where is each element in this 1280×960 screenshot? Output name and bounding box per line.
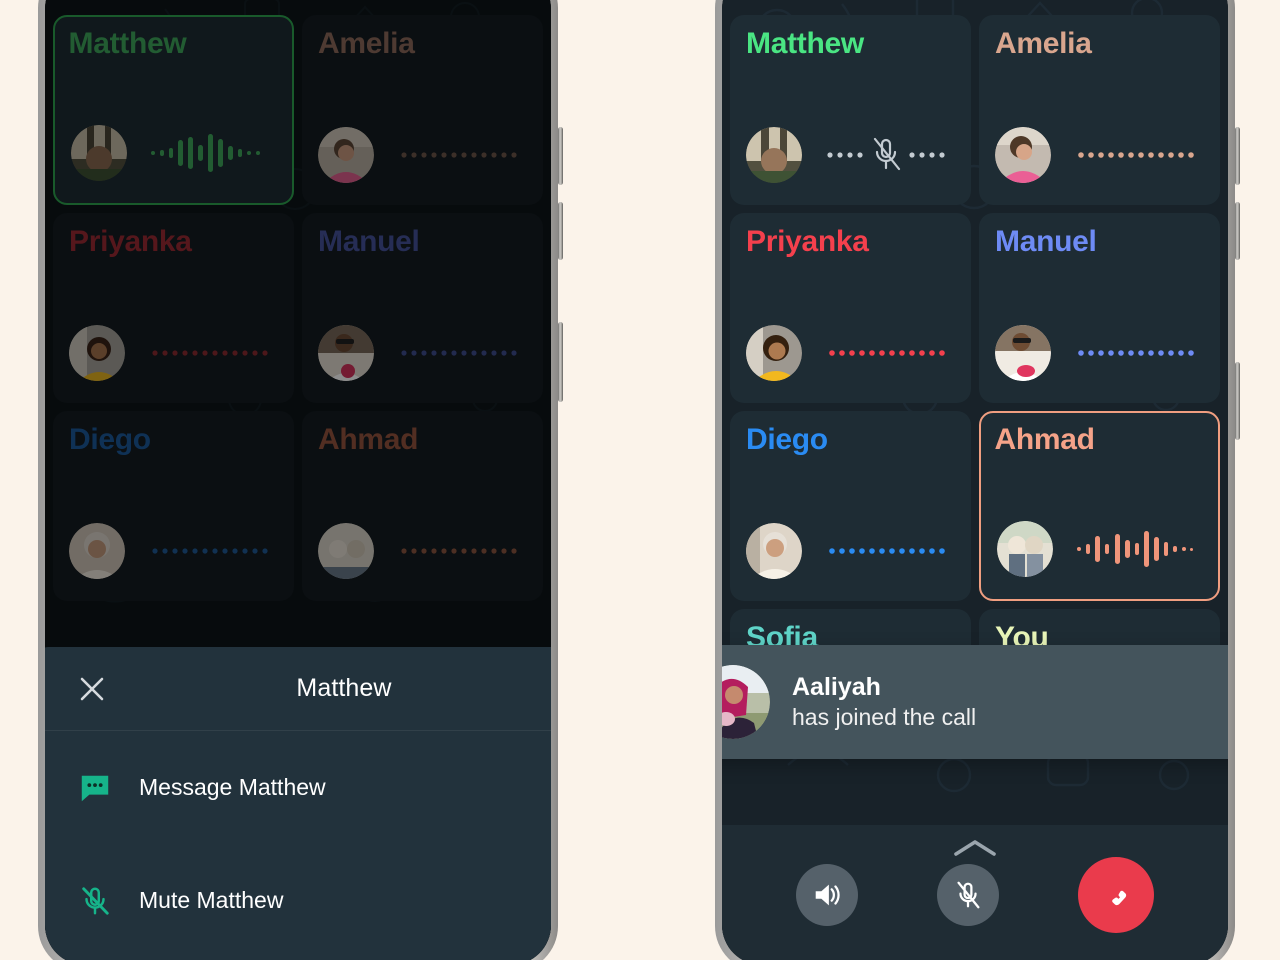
participant-name-ahmad: Ahmad (994, 422, 1095, 456)
left-phone-screen: Matthew Amelia Priyanka Manuel Diego Ahm… (45, 0, 551, 960)
participant-status-row (995, 127, 1206, 183)
participant-tile-priyanka[interactable]: Priyanka (730, 213, 971, 403)
speaker-button[interactable] (795, 864, 858, 926)
participant-tile-manuel[interactable]: Manuel (979, 213, 1220, 403)
message-icon (77, 770, 113, 806)
participant-tile-matthew[interactable]: Matthew (730, 15, 971, 205)
idle-dots-icon (1063, 134, 1206, 176)
sheet-title: Matthew (296, 674, 392, 702)
left-phone-volume-down-button[interactable] (558, 202, 563, 260)
participant-tile-ahmad[interactable]: Ahmad (979, 411, 1220, 601)
participant-name-matthew: Matthew (746, 27, 864, 60)
right-phone-screen-bezel: Matthew Amelia Priyanka Manuel Diego Ahm… (722, 0, 1228, 960)
participant-name-priyanka: Priyanka (746, 225, 869, 258)
avatar (995, 325, 1051, 381)
left-phone: Matthew Amelia Priyanka Manuel Diego Ahm… (38, 0, 563, 960)
end-call-button[interactable] (1078, 857, 1155, 933)
participant-tile-amelia[interactable]: Amelia (979, 15, 1220, 205)
end-call-icon (1112, 890, 1127, 906)
speaker-icon (815, 884, 840, 906)
left-phone-power-button[interactable] (558, 322, 563, 402)
idle-dots-icon (814, 332, 957, 374)
right-phone: Matthew Amelia Priyanka Manuel Diego Ahm… (715, 0, 1240, 960)
close-icon[interactable] (77, 674, 107, 704)
participant-name-manuel: Manuel (995, 225, 1097, 258)
toast-text: Aaliyah has joined the call (792, 673, 976, 731)
avatar (746, 325, 802, 381)
avatar (995, 127, 1051, 183)
participant-name-amelia: Amelia (995, 27, 1092, 60)
participant-tile-diego[interactable]: Diego (730, 411, 971, 601)
call-controls-bar (722, 825, 1228, 960)
chevron-up-icon[interactable] (950, 837, 1000, 864)
muted-indicator (814, 134, 957, 176)
left-phone-volume-up-button[interactable] (558, 127, 563, 185)
participant-status-row (746, 523, 957, 579)
participant-joined-toast[interactable]: Aaliyah has joined the call (722, 645, 1228, 759)
avatar (722, 665, 770, 739)
right-phone-volume-up-button[interactable] (1235, 127, 1240, 185)
right-participant-grid: Matthew Amelia Priyanka Manuel Diego Ahm… (722, 7, 1228, 727)
sheet-header: Matthew (45, 647, 551, 731)
left-phone-frame: Matthew Amelia Priyanka Manuel Diego Ahm… (38, 0, 563, 960)
avatar (997, 521, 1053, 577)
idle-dots-icon (814, 530, 957, 572)
avatar (746, 127, 802, 183)
avatar (746, 523, 802, 579)
screenshot-root: Matthew Amelia Priyanka Manuel Diego Ahm… (0, 0, 1280, 960)
right-phone-power-button[interactable] (1235, 362, 1240, 440)
speaking-waveform-icon (1065, 528, 1204, 570)
mic-off-icon (957, 881, 980, 909)
right-phone-frame: Matthew Amelia Priyanka Manuel Diego Ahm… (715, 0, 1240, 960)
participant-status-row (746, 325, 957, 381)
mute-button[interactable] (936, 864, 999, 926)
sheet-item-label: Message Matthew (139, 774, 326, 800)
participant-name-diego: Diego (746, 423, 828, 456)
mic-off-icon (77, 883, 113, 919)
toast-subtitle: has joined the call (792, 704, 977, 730)
right-phone-volume-down-button[interactable] (1235, 202, 1240, 260)
participant-status-row (995, 325, 1206, 381)
sheet-item-message[interactable]: Message Matthew (45, 731, 551, 844)
sheet-item-mute[interactable]: Mute Matthew (45, 844, 551, 957)
participant-options-sheet: Matthew Message Matthew Mute Matthew (45, 647, 551, 960)
participant-status-row (746, 127, 957, 183)
idle-dots-icon (1063, 332, 1206, 374)
sheet-item-label: Mute Matthew (139, 887, 284, 913)
left-phone-screen-bezel: Matthew Amelia Priyanka Manuel Diego Ahm… (45, 0, 551, 960)
toast-participant-name: Aaliyah (792, 673, 881, 701)
participant-status-row (997, 521, 1204, 577)
right-phone-screen: Matthew Amelia Priyanka Manuel Diego Ahm… (722, 0, 1228, 960)
mic-off-icon (873, 137, 900, 171)
